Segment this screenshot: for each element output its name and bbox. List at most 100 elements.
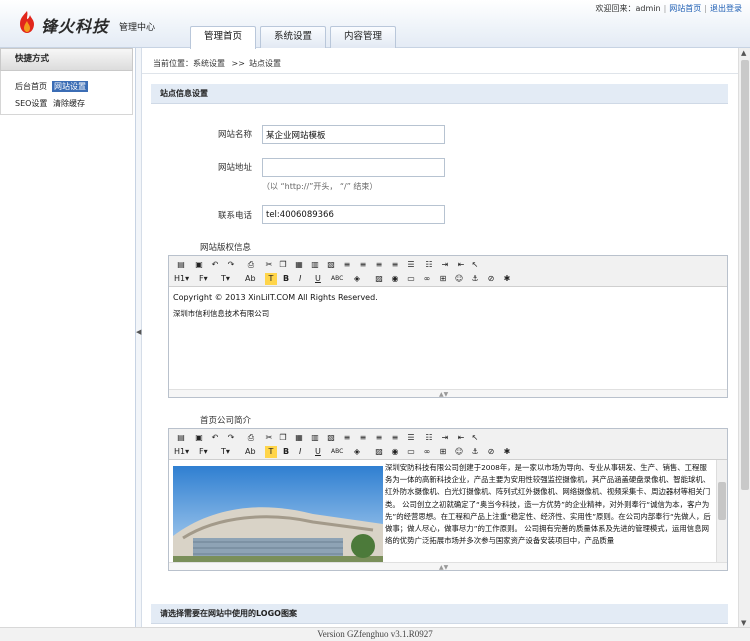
underline-button[interactable]: U bbox=[315, 446, 327, 458]
editor-scrollbar[interactable] bbox=[716, 460, 727, 563]
italic-button[interactable]: I bbox=[299, 446, 311, 458]
image-icon[interactable]: ▨ bbox=[373, 273, 385, 285]
redo-icon[interactable]: ↷ bbox=[225, 259, 237, 271]
spell-button[interactable]: Ab bbox=[245, 273, 259, 285]
undo-icon[interactable]: ↶ bbox=[209, 432, 221, 444]
eraser-icon[interactable]: ◈ bbox=[351, 446, 363, 458]
emoticon-icon[interactable]: ☺ bbox=[453, 273, 465, 285]
select-icon[interactable]: ↖ bbox=[469, 432, 481, 444]
image-icon[interactable]: ▨ bbox=[373, 446, 385, 458]
link-icon[interactable]: ∞ bbox=[421, 446, 433, 458]
italic-button[interactable]: I bbox=[299, 273, 311, 285]
sidebar-item-seo-settings[interactable]: SEO设置 bbox=[15, 98, 47, 109]
hilite-button[interactable]: T bbox=[265, 446, 277, 458]
undo-icon[interactable]: ↶ bbox=[209, 259, 221, 271]
logout-link[interactable]: 退出登录 bbox=[710, 4, 742, 13]
paste-text-icon[interactable]: ▥ bbox=[309, 432, 321, 444]
scroll-up-icon[interactable]: ▲ bbox=[741, 49, 746, 57]
anchor-icon[interactable]: ⚓ bbox=[469, 446, 481, 458]
strike-button[interactable]: ABC bbox=[331, 446, 347, 458]
flash-icon[interactable]: ◉ bbox=[389, 273, 401, 285]
tab-content-management[interactable]: 内容管理 bbox=[330, 26, 396, 48]
underline-button[interactable]: U bbox=[315, 273, 327, 285]
site-name-input[interactable] bbox=[262, 125, 445, 144]
heading-button[interactable]: H1▾ bbox=[174, 273, 196, 285]
justify-center-icon[interactable]: ≡ bbox=[357, 432, 369, 444]
spell-button[interactable]: Ab bbox=[245, 446, 259, 458]
heading-button[interactable]: H1▾ bbox=[174, 446, 196, 458]
special-char-icon[interactable]: ✱ bbox=[501, 273, 513, 285]
bold-button[interactable]: B bbox=[283, 446, 295, 458]
editor-content-area[interactable]: 深圳安防科技有限公司创建于2008年，是一家以市场为导向、专业从事研发、生产、销… bbox=[169, 460, 727, 563]
table-icon[interactable]: ⊞ bbox=[437, 446, 449, 458]
editor-content-area[interactable]: Copyright © 2013 XinLiIT.COM All Rights … bbox=[169, 287, 727, 390]
special-char-icon[interactable]: ✱ bbox=[501, 446, 513, 458]
editor-scroll-thumb[interactable] bbox=[718, 482, 726, 520]
justify-left-icon[interactable]: ≡ bbox=[341, 432, 353, 444]
justify-full-icon[interactable]: ≡ bbox=[389, 432, 401, 444]
paste-word-icon[interactable]: ▧ bbox=[325, 259, 337, 271]
copy-icon[interactable]: ❐ bbox=[277, 259, 289, 271]
editor-resize-handle[interactable]: ▲▼ bbox=[169, 562, 727, 571]
unordered-list-icon[interactable]: ☷ bbox=[423, 259, 435, 271]
paste-word-icon[interactable]: ▧ bbox=[325, 432, 337, 444]
emoticon-icon[interactable]: ☺ bbox=[453, 446, 465, 458]
ordered-list-icon[interactable]: ☰ bbox=[405, 432, 417, 444]
bold-button[interactable]: B bbox=[283, 273, 295, 285]
phone-input[interactable] bbox=[262, 205, 445, 224]
copy-icon[interactable]: ❐ bbox=[277, 432, 289, 444]
eraser-icon[interactable]: ◈ bbox=[351, 273, 363, 285]
link-icon[interactable]: ∞ bbox=[421, 273, 433, 285]
justify-left-icon[interactable]: ≡ bbox=[341, 259, 353, 271]
tab-admin-home[interactable]: 管理首页 bbox=[190, 26, 256, 49]
sidebar-item-clear-cache[interactable]: 清除缓存 bbox=[53, 98, 85, 109]
sidebar-item-admin-home[interactable]: 后台首页 bbox=[15, 81, 47, 92]
size-button[interactable]: T▾ bbox=[221, 446, 241, 458]
unlink-icon[interactable]: ⊘ bbox=[485, 273, 497, 285]
outdent-icon[interactable]: ⇤ bbox=[455, 432, 467, 444]
media-icon[interactable]: ▭ bbox=[405, 273, 417, 285]
flash-icon[interactable]: ◉ bbox=[389, 446, 401, 458]
redo-icon[interactable]: ↷ bbox=[225, 432, 237, 444]
media-icon[interactable]: ▭ bbox=[405, 446, 417, 458]
source-icon[interactable]: ▤ bbox=[175, 432, 187, 444]
cut-icon[interactable]: ✂ bbox=[263, 259, 275, 271]
outdent-icon[interactable]: ⇤ bbox=[455, 259, 467, 271]
select-icon[interactable]: ↖ bbox=[469, 259, 481, 271]
tab-system-settings[interactable]: 系统设置 bbox=[260, 26, 326, 48]
ordered-list-icon[interactable]: ☰ bbox=[405, 259, 417, 271]
paste-text-icon[interactable]: ▥ bbox=[309, 259, 321, 271]
unordered-list-icon[interactable]: ☷ bbox=[423, 432, 435, 444]
justify-right-icon[interactable]: ≡ bbox=[373, 432, 385, 444]
preview-icon[interactable]: ▣ bbox=[193, 259, 205, 271]
source-icon[interactable]: ▤ bbox=[175, 259, 187, 271]
main-content: 当前位置：系统设置 >>站点设置 站点信息设置 网站名称 网站地址 （以 “ht… bbox=[142, 48, 738, 628]
indent-icon[interactable]: ⇥ bbox=[439, 259, 451, 271]
print-icon[interactable]: ⎙ bbox=[245, 259, 257, 271]
hilite-button[interactable]: T bbox=[265, 273, 277, 285]
strike-button[interactable]: ABC bbox=[331, 273, 347, 285]
justify-right-icon[interactable]: ≡ bbox=[373, 259, 385, 271]
font-button[interactable]: F▾ bbox=[199, 446, 219, 458]
unlink-icon[interactable]: ⊘ bbox=[485, 446, 497, 458]
anchor-icon[interactable]: ⚓ bbox=[469, 273, 481, 285]
editor-resize-handle[interactable]: ▲▼ bbox=[169, 389, 727, 398]
cut-icon[interactable]: ✂ bbox=[263, 432, 275, 444]
site-home-link[interactable]: 网站首页 bbox=[669, 4, 701, 13]
paste-icon[interactable]: ▦ bbox=[293, 259, 305, 271]
site-url-input[interactable] bbox=[262, 158, 445, 177]
paste-icon[interactable]: ▦ bbox=[293, 432, 305, 444]
font-button[interactable]: F▾ bbox=[199, 273, 219, 285]
table-icon[interactable]: ⊞ bbox=[437, 273, 449, 285]
scroll-down-icon[interactable]: ▼ bbox=[741, 619, 746, 627]
preview-icon[interactable]: ▣ bbox=[193, 432, 205, 444]
indent-icon[interactable]: ⇥ bbox=[439, 432, 451, 444]
breadcrumb-item[interactable]: 系统设置 bbox=[193, 59, 225, 68]
size-button[interactable]: T▾ bbox=[221, 273, 241, 285]
page-scrollbar[interactable]: ▲ ▼ bbox=[738, 48, 750, 628]
print-icon[interactable]: ⎙ bbox=[245, 432, 257, 444]
justify-center-icon[interactable]: ≡ bbox=[357, 259, 369, 271]
page-scroll-thumb[interactable] bbox=[741, 60, 749, 490]
sidebar-item-site-settings[interactable]: 网站设置 bbox=[52, 81, 88, 92]
justify-full-icon[interactable]: ≡ bbox=[389, 259, 401, 271]
